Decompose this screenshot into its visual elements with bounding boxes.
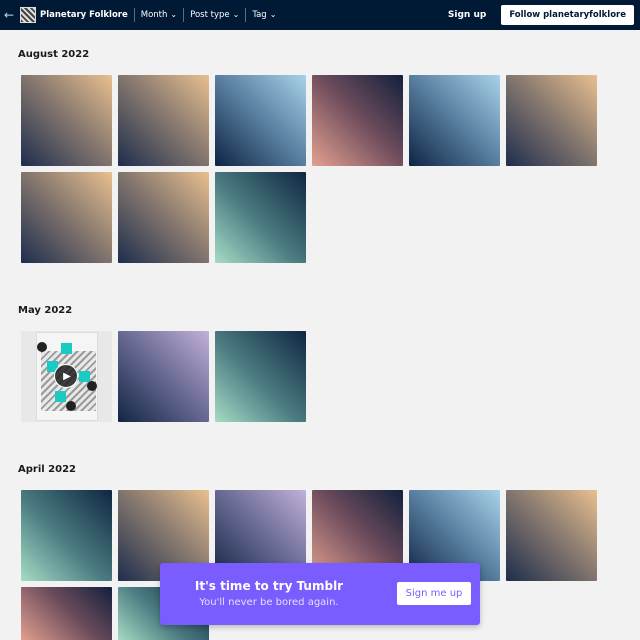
poster-shape: [55, 391, 66, 402]
post-thumbnail[interactable]: [118, 172, 209, 263]
section-title-april-2022: April 2022: [18, 464, 76, 475]
post-thumbnail[interactable]: [215, 75, 306, 166]
signup-banner: It's time to try Tumblr You'll never be …: [160, 563, 480, 625]
video-post-thumbnail[interactable]: ▶: [21, 331, 112, 422]
post-thumbnail[interactable]: [118, 75, 209, 166]
post-thumbnail[interactable]: [118, 331, 209, 422]
play-icon[interactable]: ▶: [54, 364, 78, 388]
chevron-down-icon: ⌄: [269, 9, 277, 19]
divider: [133, 8, 135, 22]
filter-month[interactable]: Month ⌄: [140, 9, 178, 21]
section-title-august-2022: August 2022: [18, 49, 90, 60]
poster-shape: [79, 371, 90, 382]
post-thumbnail[interactable]: [312, 75, 403, 166]
post-thumbnail[interactable]: [21, 587, 112, 640]
post-thumbnail[interactable]: [409, 75, 500, 166]
post-grid-august-2022: [21, 75, 597, 263]
blog-name[interactable]: Planetary Folklore: [40, 10, 128, 20]
follow-button[interactable]: Follow planetaryfolklore: [501, 5, 634, 25]
filter-tag[interactable]: Tag ⌄: [252, 9, 277, 21]
signup-button[interactable]: Sign up: [448, 10, 486, 20]
banner-title: It's time to try Tumblr: [194, 579, 344, 593]
post-thumbnail[interactable]: [21, 172, 112, 263]
post-thumbnail[interactable]: [215, 172, 306, 263]
poster-shape: [66, 401, 76, 411]
divider: [245, 8, 247, 22]
poster-shape: [37, 342, 47, 352]
post-thumbnail[interactable]: [506, 490, 597, 581]
divider: [183, 8, 185, 22]
chevron-down-icon: ⌄: [170, 9, 178, 19]
post-thumbnail[interactable]: [215, 331, 306, 422]
filter-tag-label: Tag: [252, 10, 267, 20]
post-grid-may-2022: ▶: [21, 331, 597, 422]
filter-month-label: Month: [140, 10, 168, 20]
section-title-may-2022: May 2022: [18, 305, 73, 316]
sign-me-up-button[interactable]: Sign me up: [397, 582, 471, 605]
blog-avatar[interactable]: [20, 7, 36, 23]
filter-post-type-label: Post type: [190, 10, 230, 20]
post-thumbnail[interactable]: [21, 490, 112, 581]
chevron-down-icon: ⌄: [232, 9, 240, 19]
poster-shape: [61, 343, 72, 354]
banner-subtitle: You'll never be bored again.: [199, 597, 339, 608]
post-thumbnail[interactable]: [506, 75, 597, 166]
blog-header: ← Planetary Folklore Month ⌄ Post type ⌄…: [0, 0, 640, 30]
post-thumbnail[interactable]: [21, 75, 112, 166]
arrow-left-icon[interactable]: ←: [2, 0, 16, 30]
poster-shape: [87, 381, 97, 391]
filter-post-type[interactable]: Post type ⌄: [190, 9, 240, 21]
